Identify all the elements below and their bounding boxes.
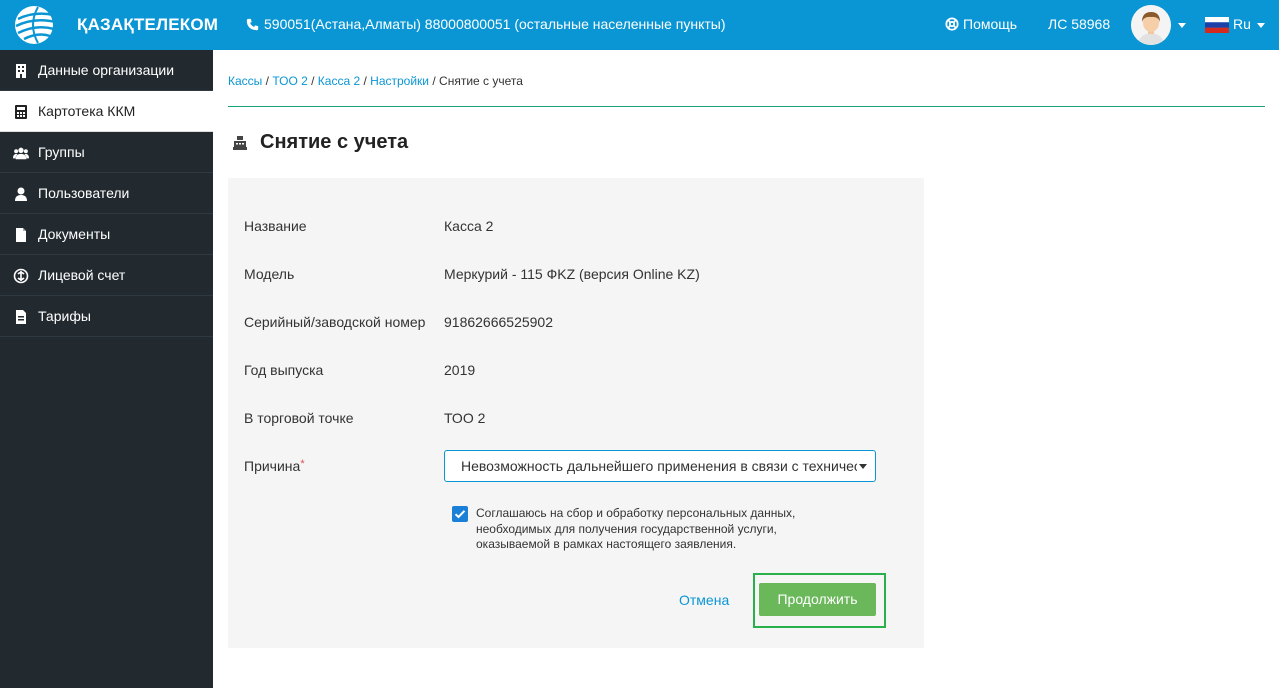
- field-label: Название: [244, 218, 307, 234]
- field-value: Касса 2: [444, 218, 494, 234]
- top-header: ҚАЗАҚТЕЛЕКОМ 590051(Астана,Алматы) 88000…: [0, 0, 1279, 50]
- field-value: ТОО 2: [444, 410, 486, 426]
- language-caret-icon[interactable]: [1257, 23, 1265, 28]
- sidebar-item-account[interactable]: Лицевой счет: [0, 255, 213, 296]
- user-avatar-icon: [1131, 5, 1171, 45]
- document-icon: [16, 228, 26, 242]
- consent-text: Соглашаюсь на сбор и обработку персональ…: [476, 506, 796, 551]
- field-label: Год выпуска: [244, 362, 324, 378]
- avatar[interactable]: [1131, 5, 1171, 45]
- breadcrumb-current: Снятие с учета: [439, 74, 523, 88]
- sidebar-item-label: Картотека ККМ: [38, 103, 136, 119]
- sidebar-item-documents[interactable]: Документы: [0, 214, 213, 255]
- chevron-down-icon: [859, 464, 867, 469]
- breadcrumb-link-kassy[interactable]: Кассы: [228, 74, 262, 88]
- breadcrumb: Кассы / ТОО 2 / Касса 2 / Настройки / Сн…: [228, 74, 523, 88]
- breadcrumb-divider: [228, 106, 1265, 107]
- group-icon: [13, 147, 29, 160]
- field-label: Модель: [244, 266, 295, 282]
- money-icon: [13, 268, 29, 284]
- continue-button[interactable]: Продолжить: [759, 583, 876, 616]
- breadcrumb-link-settings[interactable]: Настройки: [370, 74, 429, 88]
- phone-text: 590051(Астана,Алматы) 88000800051 (остал…: [264, 16, 726, 32]
- sidebar-item-label: Лицевой счет: [38, 267, 126, 283]
- field-label: Серийный/заводской номер: [244, 314, 426, 330]
- reason-selected-value: Невозможность дальнейшего применения в с…: [461, 458, 857, 474]
- avatar-caret-icon[interactable]: [1178, 23, 1186, 28]
- language-selector[interactable]: Ru: [1233, 16, 1251, 32]
- help-link[interactable]: Помощь: [945, 16, 1017, 32]
- field-value: 2019: [444, 362, 476, 378]
- help-label: Помощь: [963, 16, 1018, 32]
- field-value: 91862666525902: [444, 314, 554, 330]
- sidebar-item-tariffs[interactable]: Тарифы: [0, 296, 213, 337]
- page-title: Снятие с учета: [260, 131, 409, 153]
- breadcrumb-link-too[interactable]: ТОО 2: [272, 74, 307, 88]
- sidebar-item-label: Пользователи: [38, 185, 130, 201]
- kazakhtelecom-logo[interactable]: [14, 5, 70, 45]
- lifebuoy-icon: [945, 17, 959, 31]
- checkmark-icon: [454, 510, 466, 519]
- building-icon: [16, 64, 26, 78]
- sidebar-item-label: Тарифы: [38, 308, 91, 324]
- reason-select[interactable]: Невозможность дальнейшего применения в с…: [444, 450, 876, 482]
- phone-info: 590051(Астана,Алматы) 88000800051 (остал…: [246, 16, 726, 32]
- phone-icon: [246, 18, 259, 30]
- deregistration-form: Название Касса 2 Модель Меркурий - 115 Ф…: [228, 178, 924, 648]
- cash-register-icon: [233, 136, 247, 150]
- sidebar-item-label: Группы: [38, 144, 85, 160]
- field-value: Меркурий - 115 ФKZ (версия Online KZ): [444, 266, 700, 282]
- cancel-button[interactable]: Отмена: [679, 592, 729, 608]
- sidebar-item-label: Документы: [38, 226, 111, 242]
- sidebar-item-users[interactable]: Пользователи: [0, 173, 213, 214]
- calculator-icon: [15, 105, 27, 119]
- account-number: ЛС 58968: [1048, 16, 1111, 32]
- user-icon: [15, 187, 27, 201]
- sidebar-item-organization[interactable]: Данные организации: [0, 50, 213, 91]
- reason-label: Причина*: [244, 458, 305, 474]
- consent-checkbox[interactable]: [452, 506, 468, 522]
- breadcrumb-link-kassa[interactable]: Касса 2: [318, 74, 360, 88]
- sidebar-item-kkm-registry[interactable]: Картотека ККМ: [0, 91, 213, 132]
- brand-name: ҚАЗАҚТЕЛЕКОМ: [77, 15, 219, 34]
- sidebar-item-label: Данные организации: [38, 62, 175, 78]
- russia-flag-icon[interactable]: [1205, 17, 1229, 33]
- required-marker: *: [300, 458, 305, 470]
- field-label: В торговой точке: [244, 410, 354, 426]
- tariff-icon: [16, 310, 26, 324]
- sidebar-item-groups[interactable]: Группы: [0, 132, 213, 173]
- sidebar: Данные организации Картотека ККМ Группы …: [0, 50, 213, 688]
